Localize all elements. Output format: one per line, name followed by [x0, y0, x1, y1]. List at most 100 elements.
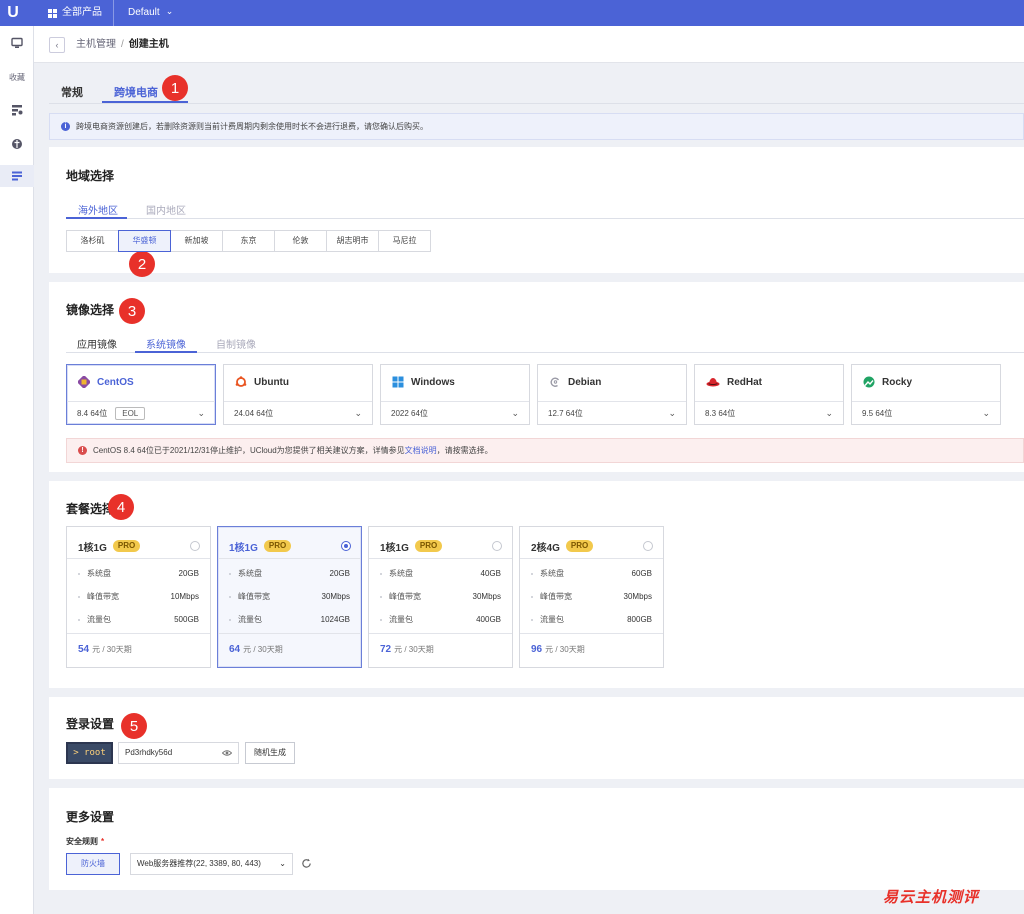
pro-badge: PRO [112, 540, 141, 552]
sidebar-item-ecommerce[interactable] [0, 165, 34, 187]
required-mark: * [101, 837, 105, 846]
region-london[interactable]: 伦敦 [274, 230, 327, 252]
login-user-button[interactable]: > root [66, 742, 113, 764]
chevron-down-icon[interactable]: ⌄ [197, 408, 205, 419]
login-section: 登录设置 > root Pd3rhdky56d 随机生成 [49, 697, 1024, 779]
topbar-divider [113, 0, 114, 26]
region-section: 地域选择 海外地区 国内地区 洛杉矶 华盛顿 新加坡 东京 伦敦 胡志明市 马尼… [49, 147, 1024, 273]
region-los-angeles[interactable]: 洛杉矶 [66, 230, 119, 252]
image-version: 24.04 64位 [234, 409, 274, 418]
security-rule-value: Web服务器推荐(22, 3389, 80, 443) [137, 859, 261, 868]
info-notice: i 跨境电商资源创建后，若删除资源则当前计费周期内剩余使用时长不会进行退费，请您… [49, 113, 1024, 140]
password-input[interactable]: Pd3rhdky56d [118, 742, 239, 764]
chevron-down-icon[interactable]: ⌄ [982, 408, 990, 419]
sidebar-item-host[interactable] [0, 99, 34, 121]
annotation-badge: 5 [121, 713, 147, 739]
chevron-down-icon[interactable]: ⌄ [354, 408, 362, 419]
more-settings-title: 更多设置 [66, 810, 115, 824]
package-radio[interactable] [341, 541, 351, 551]
sidebar-item-network[interactable] [0, 133, 34, 155]
tab-custom-image[interactable]: 自制镜像 [216, 336, 256, 351]
image-card-debian[interactable]: Debian 12.7 64位 ⌄ [537, 364, 687, 425]
tab-general[interactable]: 常规 [61, 84, 83, 100]
image-name: RedHat [727, 376, 763, 388]
breadcrumb-separator: / [121, 39, 124, 50]
random-generate-button[interactable]: 随机生成 [245, 742, 295, 764]
image-card-redhat[interactable]: RedHat 8.3 64位 ⌄ [694, 364, 844, 425]
chevron-down-icon[interactable]: ⌄ [825, 408, 833, 419]
image-name: Debian [568, 376, 602, 388]
image-card-windows[interactable]: Windows 2022 64位 ⌄ [380, 364, 530, 425]
all-products-menu[interactable]: 全部产品 [48, 0, 102, 26]
favorites-label: 收藏 [9, 72, 25, 82]
sidebar-item-monitor[interactable] [0, 32, 34, 54]
region-manila[interactable]: 马尼拉 [378, 230, 431, 252]
package-card[interactable]: 1核1G PRO 系统盘 40GB 峰值带宽 30Mbps 流量包 400GB 72 元 … [368, 526, 513, 668]
spec-label: 流量包 [389, 615, 413, 624]
grid-icon [48, 8, 57, 18]
spec-label: 系统盘 [238, 569, 262, 578]
package-radio[interactable] [190, 541, 200, 551]
package-price: 54 [78, 644, 90, 655]
price-unit: 元 / 30天期 [243, 645, 283, 654]
doc-link[interactable]: 文档说明 [405, 446, 437, 455]
breadcrumb-host-management[interactable]: 主机管理 [76, 39, 116, 50]
refresh-icon[interactable] [301, 858, 312, 869]
password-value: Pd3rhdky56d [125, 748, 173, 757]
eol-badge: EOL [115, 407, 146, 420]
warning-text: CentOS 8.4 64位已于2021/12/31停止维护，UCloud为您提… [93, 446, 405, 455]
package-radio[interactable] [492, 541, 502, 551]
package-card[interactable]: 2核4G PRO 系统盘 60GB 峰值带宽 30Mbps 流量包 800GB 96 元 … [519, 526, 664, 668]
chevron-down-icon[interactable]: ⌄ [668, 408, 676, 419]
debian-icon [550, 377, 560, 387]
package-title: 套餐选择 [66, 502, 115, 516]
image-card-ubuntu[interactable]: Ubuntu 24.04 64位 ⌄ [223, 364, 373, 425]
annotation-badge: 3 [119, 298, 145, 324]
security-rule-select[interactable]: Web服务器推荐(22, 3389, 80, 443) ⌄ [130, 853, 293, 875]
spec-bandwidth-value: 30Mbps [623, 592, 652, 601]
eye-icon[interactable] [222, 748, 232, 758]
package-price: 96 [531, 644, 543, 655]
region-washington[interactable]: 华盛顿 [118, 230, 171, 252]
region-singapore[interactable]: 新加坡 [170, 230, 223, 252]
package-card[interactable]: 1核1G PRO 系统盘 20GB 峰值带宽 10Mbps 流量包 500GB 54 元 … [66, 526, 211, 668]
warning-icon: ! [78, 446, 87, 455]
back-button[interactable]: ‹ [49, 37, 65, 53]
image-name: Rocky [882, 376, 913, 388]
eol-warning: ! CentOS 8.4 64位已于2021/12/31停止维护，UCloud为… [66, 438, 1024, 463]
region-tokyo[interactable]: 东京 [222, 230, 275, 252]
image-card-centos[interactable]: CentOS 8.4 64位 EOL ⌄ [66, 364, 216, 425]
spec-label: 系统盘 [87, 569, 111, 578]
ucloud-logo[interactable]: U [0, 0, 26, 26]
image-name: Windows [411, 376, 455, 388]
package-card-selected[interactable]: 1核1G PRO 系统盘 20GB 峰值带宽 30Mbps 流量包 1024GB 64 元… [217, 526, 362, 668]
ubuntu-icon [235, 376, 247, 387]
spec-traffic-value: 400GB [476, 615, 501, 624]
tab-cross-border[interactable]: 跨境电商 [114, 84, 158, 100]
tab-overseas[interactable]: 海外地区 [78, 202, 118, 217]
package-name: 2核4G [531, 542, 560, 554]
rocky-icon [863, 376, 875, 388]
package-name: 1核1G [229, 542, 258, 554]
tab-system-image[interactable]: 系统镜像 [146, 336, 186, 351]
tab-active-underline [102, 101, 188, 103]
project-selector[interactable]: Default ⌄ [128, 0, 173, 26]
page-title: 创建主机 [128, 39, 169, 50]
package-radio[interactable] [643, 541, 653, 551]
sidebar-item-favorites[interactable]: 收藏 [0, 66, 34, 88]
server-list-icon [12, 105, 23, 116]
pro-badge: PRO [263, 540, 292, 552]
image-card-rocky[interactable]: Rocky 9.5 64位 ⌄ [851, 364, 1001, 425]
region-ho-chi-minh[interactable]: 胡志明市 [326, 230, 379, 252]
tab-app-image[interactable]: 应用镜像 [77, 336, 117, 351]
pro-badge: PRO [565, 540, 594, 552]
firewall-button[interactable]: 防火墙 [66, 853, 120, 875]
spec-traffic-value: 1024GB [320, 615, 350, 624]
tab-domestic[interactable]: 国内地区 [146, 202, 186, 217]
login-title: 登录设置 [66, 717, 115, 731]
region-title: 地域选择 [66, 169, 115, 183]
spec-bandwidth-value: 30Mbps [472, 592, 501, 601]
windows-icon [392, 376, 404, 388]
chevron-down-icon[interactable]: ⌄ [511, 408, 519, 419]
watermark-text: 易云主机测评 [883, 889, 980, 906]
